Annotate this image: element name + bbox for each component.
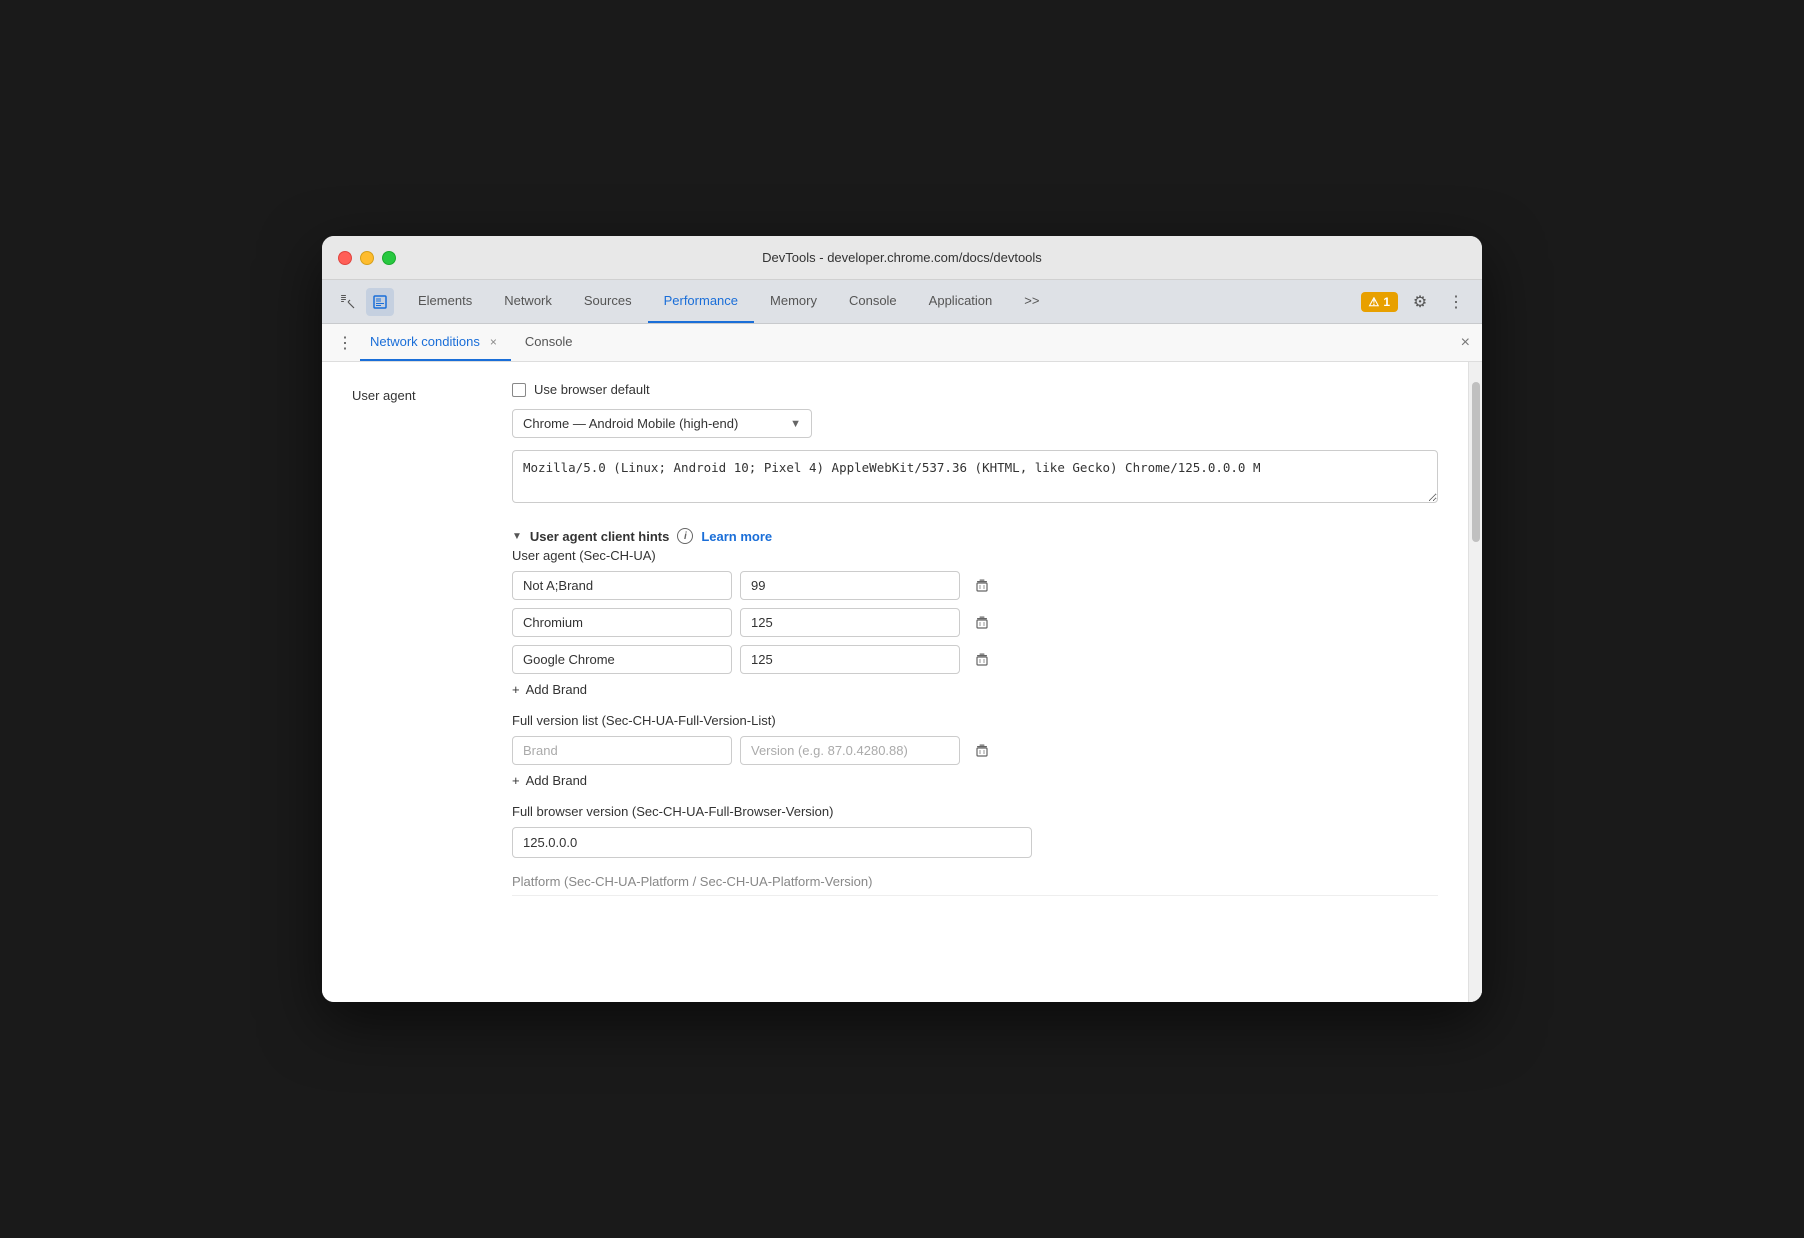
full-version-list-label: Full version list (Sec-CH-UA-Full-Versio…: [512, 713, 1438, 728]
info-icon[interactable]: i: [677, 528, 693, 544]
ua-string-textarea[interactable]: [512, 450, 1438, 503]
sec-ch-ua-label: User agent (Sec-CH-UA): [512, 548, 1438, 563]
user-agent-controls: Use browser default Chrome — Android Mob…: [512, 382, 1438, 896]
scrollbar-thumb[interactable]: [1472, 382, 1480, 542]
add-brand-row-1[interactable]: + Add Brand: [512, 682, 1438, 697]
issue-icon: ⚠: [1369, 295, 1380, 309]
user-agent-label: User agent: [352, 382, 492, 896]
minimize-button[interactable]: [360, 251, 374, 265]
tab-network[interactable]: Network: [488, 280, 568, 323]
tab-network-conditions[interactable]: Network conditions ×: [360, 324, 511, 361]
content-area: User agent Use browser default Chrome — …: [322, 362, 1482, 1002]
brand-row-2: [512, 645, 1438, 674]
delete-brand-2-icon[interactable]: [968, 646, 996, 674]
learn-more-link[interactable]: Learn more: [701, 529, 772, 544]
toolbar-icons: [334, 288, 394, 316]
close-button[interactable]: [338, 251, 352, 265]
main-panel: User agent Use browser default Chrome — …: [322, 362, 1468, 1002]
version-input-0[interactable]: [740, 571, 960, 600]
tab-console[interactable]: Console: [833, 280, 913, 323]
tab-application[interactable]: Application: [913, 280, 1009, 323]
brand-input-0[interactable]: [512, 571, 732, 600]
brand-row-0: [512, 571, 1438, 600]
tab-console-drawer[interactable]: Console: [515, 324, 583, 361]
tab-performance[interactable]: Performance: [648, 280, 754, 323]
client-hints-header: ▼ User agent client hints i Learn more: [512, 528, 1438, 544]
use-browser-default-label: Use browser default: [534, 382, 650, 397]
ua-select-row: Chrome — Android Mobile (high-end) ▼: [512, 409, 1438, 438]
elements-icon[interactable]: [366, 288, 394, 316]
brand-input-1[interactable]: [512, 608, 732, 637]
full-version-brand-input[interactable]: [512, 736, 732, 765]
user-agent-row: User agent Use browser default Chrome — …: [352, 382, 1438, 896]
window-title: DevTools - developer.chrome.com/docs/dev…: [762, 250, 1042, 265]
full-browser-version-input[interactable]: [512, 827, 1032, 858]
main-toolbar: Elements Network Sources Performance Mem…: [322, 280, 1482, 324]
add-plus-icon-2: +: [512, 773, 520, 788]
ua-string-row: [512, 450, 1438, 508]
issue-badge[interactable]: ⚠ 1: [1361, 292, 1398, 312]
maximize-button[interactable]: [382, 251, 396, 265]
tab-elements[interactable]: Elements: [402, 280, 488, 323]
cursor-icon[interactable]: [334, 288, 362, 316]
drawer-dots-icon[interactable]: ⋮: [334, 332, 356, 354]
close-drawer-icon[interactable]: ×: [1461, 334, 1470, 352]
ua-dropdown[interactable]: Chrome — Android Mobile (high-end) ▼: [512, 409, 812, 438]
version-input-2[interactable]: [740, 645, 960, 674]
close-network-conditions[interactable]: ×: [486, 334, 501, 350]
platform-preview-label: Platform (Sec-CH-UA-Platform / Sec-CH-UA…: [512, 874, 1438, 896]
secondary-bar: ⋮ Network conditions × Console ×: [322, 324, 1482, 362]
scrollbar[interactable]: [1468, 362, 1482, 1002]
dropdown-arrow-icon: ▼: [790, 418, 801, 430]
brand-row-1: [512, 608, 1438, 637]
add-plus-icon-1: +: [512, 682, 520, 697]
delete-brand-1-icon[interactable]: [968, 609, 996, 637]
tab-memory[interactable]: Memory: [754, 280, 833, 323]
tab-sources[interactable]: Sources: [568, 280, 648, 323]
toolbar-right: ⚠ 1 ⚙ ⋮: [1361, 288, 1470, 316]
use-browser-default-checkbox[interactable]: [512, 383, 526, 397]
full-version-version-input[interactable]: [740, 736, 960, 765]
delete-full-version-brand-icon[interactable]: [968, 737, 996, 765]
settings-icon[interactable]: ⚙: [1406, 288, 1434, 316]
title-bar: DevTools - developer.chrome.com/docs/dev…: [322, 236, 1482, 280]
use-browser-default-row: Use browser default: [512, 382, 1438, 397]
collapse-triangle-icon[interactable]: ▼: [512, 531, 522, 542]
full-browser-version-label: Full browser version (Sec-CH-UA-Full-Bro…: [512, 804, 1438, 819]
add-brand-row-2[interactable]: + Add Brand: [512, 773, 1438, 788]
more-options-icon[interactable]: ⋮: [1442, 288, 1470, 316]
full-version-brand-row: [512, 736, 1438, 765]
devtools-window: DevTools - developer.chrome.com/docs/dev…: [322, 236, 1482, 1002]
main-tab-bar: Elements Network Sources Performance Mem…: [402, 280, 1361, 323]
delete-brand-0-icon[interactable]: [968, 572, 996, 600]
brand-input-2[interactable]: [512, 645, 732, 674]
version-input-1[interactable]: [740, 608, 960, 637]
tab-more[interactable]: >>: [1008, 280, 1055, 323]
traffic-lights: [338, 251, 396, 265]
